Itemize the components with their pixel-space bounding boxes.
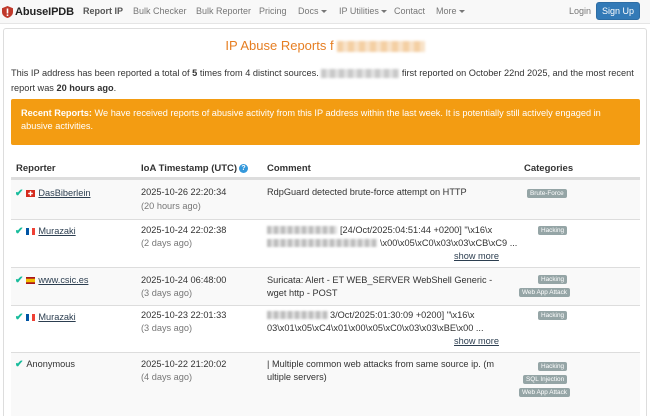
- reporter-link[interactable]: www.csic.es: [38, 275, 88, 285]
- chevron-down-icon: [320, 10, 327, 14]
- category-badge[interactable]: Web App Attack: [519, 288, 570, 297]
- reporter-cell: ✔ Murazaki: [15, 311, 76, 324]
- redacted-comment: [267, 311, 328, 319]
- nav-bulk-checker[interactable]: Bulk Checker: [133, 6, 187, 16]
- nav-bulk-reporter[interactable]: Bulk Reporter: [196, 6, 251, 16]
- comment-line-1: | Multiple common web attacks from same …: [267, 359, 495, 369]
- reporter-link[interactable]: DasBiberlein: [38, 188, 90, 198]
- reporter-cell: ✔ DasBiberlein: [15, 187, 90, 200]
- page-title-text: IP Abuse Reports f: [225, 38, 334, 53]
- nav-report-ip[interactable]: Report IP: [83, 6, 123, 16]
- page-title: IP Abuse Reports f: [0, 38, 650, 53]
- time-ago: (4 days ago): [141, 372, 193, 382]
- timestamp: 2025-10-24 06:48:00: [141, 275, 227, 285]
- alert-heading: Recent Reports:: [21, 108, 92, 118]
- header-timestamp-label: IoA Timestamp (UTC): [141, 163, 238, 174]
- alert-text: We have received reports of abusive acti…: [21, 108, 601, 131]
- summary-text-1: This IP address has been reported a tota…: [11, 68, 193, 78]
- time-ago: (3 days ago): [141, 288, 193, 298]
- flag-france-icon: [26, 314, 36, 322]
- nav-more-label: More: [436, 6, 457, 16]
- check-icon: ✔: [15, 275, 24, 286]
- table-row: ✔ Murazaki 2025-10-24 22:02:38 (2 days ag…: [11, 219, 640, 267]
- reporter-cell: ✔ Anonymous: [15, 358, 75, 371]
- brand-name: AbuseIPDB: [15, 6, 74, 18]
- nav-ip-utilities-label: IP Utilities: [339, 6, 379, 16]
- summary-text-2: times from 4 distinct sources.: [197, 68, 322, 78]
- reporter-cell: ✔ Murazaki: [15, 225, 76, 238]
- table-row: ✔ Murazaki 2025-10-23 22:01:33 (3 days ag…: [11, 305, 640, 352]
- time-ago: (3 days ago): [141, 323, 193, 333]
- category-badge[interactable]: Hacking: [538, 275, 568, 284]
- nav-more[interactable]: More: [436, 6, 465, 16]
- top-navbar: AbuseIPDB Report IP Bulk Checker Bulk Re…: [0, 0, 650, 24]
- comment-line-2: \x00\x05\xC0\x03\x03\xCB\xC9 ...: [380, 238, 518, 248]
- nav-docs-label: Docs: [298, 6, 319, 16]
- reporter-cell: ✔ www.csic.es: [15, 274, 88, 287]
- nav-docs[interactable]: Docs: [298, 6, 327, 16]
- comment-line-2: ultiple servers): [267, 372, 327, 382]
- check-icon: ✔: [15, 312, 24, 323]
- redacted-ip-inline: [321, 69, 400, 79]
- nav-pricing[interactable]: Pricing: [259, 6, 287, 16]
- check-icon: ✔: [15, 188, 24, 199]
- category-badge[interactable]: Hacking: [538, 226, 568, 235]
- nav-ip-utilities[interactable]: IP Utilities: [339, 6, 387, 16]
- comment-line-2: 03\x01\x05\xC4\x01\x00\x05\xC0\x03\x03\x…: [267, 323, 484, 333]
- check-icon: ✔: [15, 359, 24, 370]
- comment-line-1: [24/Oct/2025:04:51:44 +0200] "\x16\x: [340, 225, 493, 235]
- show-more-link[interactable]: show more: [454, 251, 499, 261]
- category-badge[interactable]: Web App Attack: [519, 388, 570, 397]
- header-comment: Comment: [267, 163, 311, 174]
- comment-line-1: Suricata: Alert - ET WEB_SERVER WebShell…: [267, 275, 493, 285]
- summary-recent: 20 hours ago: [56, 83, 114, 93]
- recent-reports-alert: Recent Reports: We have received reports…: [11, 99, 640, 145]
- summary-text-4: .: [113, 83, 117, 93]
- nav-contact[interactable]: Contact: [394, 6, 425, 16]
- table-row: ✔ DasBiberlein 2025-10-26 22:20:34 (20 ho…: [11, 179, 640, 219]
- flag-spain-icon: [26, 277, 36, 285]
- table-row: ✔ www.csic.es 2025-10-24 06:48:00 (3 days…: [11, 267, 640, 305]
- redacted-ip: [336, 41, 425, 53]
- category-badge[interactable]: Brute-Force: [527, 189, 567, 198]
- reporter-name: Anonymous: [26, 359, 75, 369]
- timestamp: 2025-10-26 22:20:34: [141, 187, 227, 197]
- reporter-link[interactable]: Murazaki: [38, 312, 75, 322]
- category-badge[interactable]: Hacking: [538, 311, 568, 320]
- login-link[interactable]: Login: [569, 6, 591, 16]
- redacted-comment: [267, 226, 337, 234]
- timestamp: 2025-10-22 21:20:02: [141, 359, 227, 369]
- check-icon: ✔: [15, 226, 24, 237]
- redacted-comment: [267, 239, 377, 247]
- chevron-down-icon: [458, 10, 465, 14]
- abuseipdb-logo-icon: [2, 6, 13, 18]
- reporter-link[interactable]: Murazaki: [38, 226, 75, 236]
- header-categories: Categories: [524, 163, 574, 174]
- comment-line-1: 3/Oct/2025:01:30:09 +0200] "\x16\x: [330, 310, 475, 320]
- table-row: ✔ Anonymous 2025-10-22 21:20:02 (4 days a…: [11, 352, 640, 416]
- chevron-down-icon: [380, 10, 387, 14]
- category-badge[interactable]: SQL Injection: [523, 375, 568, 384]
- report-summary: This IP address has been reported a tota…: [11, 66, 641, 96]
- flag-switzerland-icon: [26, 190, 36, 198]
- category-badge[interactable]: Hacking: [538, 362, 568, 371]
- header-reporter: Reporter: [16, 163, 56, 174]
- timestamp: 2025-10-23 22:01:33: [141, 310, 227, 320]
- header-timestamp: IoA Timestamp (UTC)?: [141, 163, 249, 174]
- time-ago: (2 days ago): [141, 238, 193, 248]
- comment-line-2: wget http - POST: [267, 288, 338, 298]
- time-ago: (20 hours ago): [141, 201, 201, 211]
- signup-button[interactable]: Sign Up: [596, 2, 640, 20]
- brand[interactable]: AbuseIPDB: [2, 5, 74, 19]
- flag-france-icon: [26, 228, 36, 236]
- timestamp: 2025-10-24 22:02:38: [141, 225, 227, 235]
- info-icon[interactable]: ?: [239, 163, 249, 173]
- show-more-link[interactable]: show more: [454, 336, 499, 346]
- comment-line-1: RdpGuard detected brute-force attempt on…: [267, 187, 467, 197]
